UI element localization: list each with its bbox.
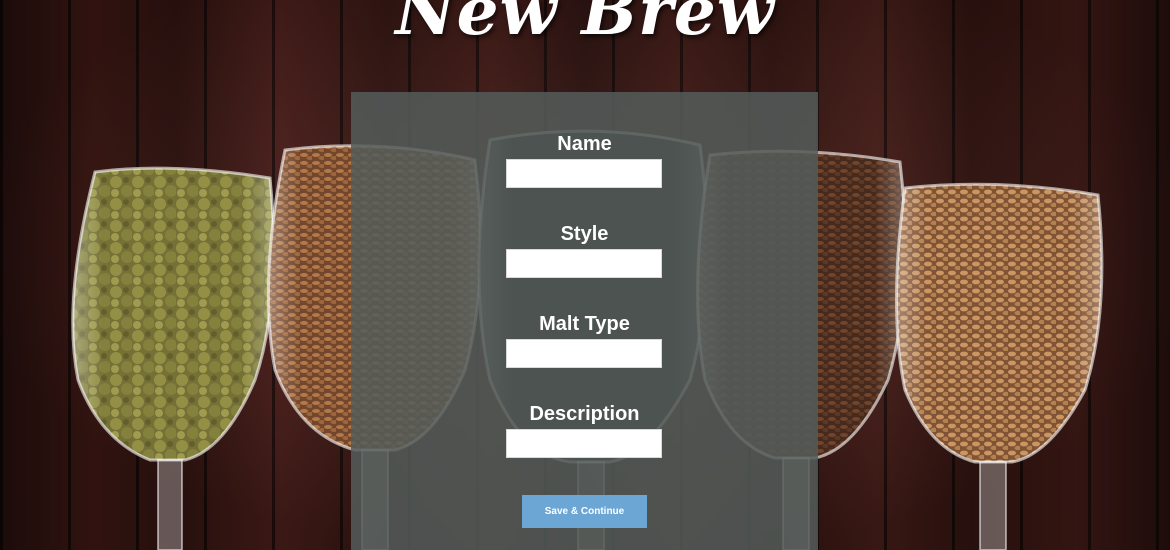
style-label: Style	[560, 223, 609, 245]
description-label: Description	[529, 403, 640, 425]
name-label: Name	[557, 133, 612, 155]
malt-type-label: Malt Type	[539, 313, 630, 335]
style-input[interactable]	[506, 249, 662, 278]
name-input[interactable]	[506, 159, 662, 188]
description-input[interactable]	[506, 429, 662, 458]
new-brew-form: Name Style Malt Type Description Save & …	[351, 92, 818, 550]
hops-glass	[71, 166, 276, 550]
wheat-glass	[895, 182, 1104, 550]
malt-type-input[interactable]	[506, 339, 662, 368]
page-title: New Brew	[395, 0, 775, 50]
page: New Brew Name Style Malt Type Descriptio…	[0, 0, 1170, 550]
save-continue-button[interactable]: Save & Continue	[522, 495, 647, 528]
